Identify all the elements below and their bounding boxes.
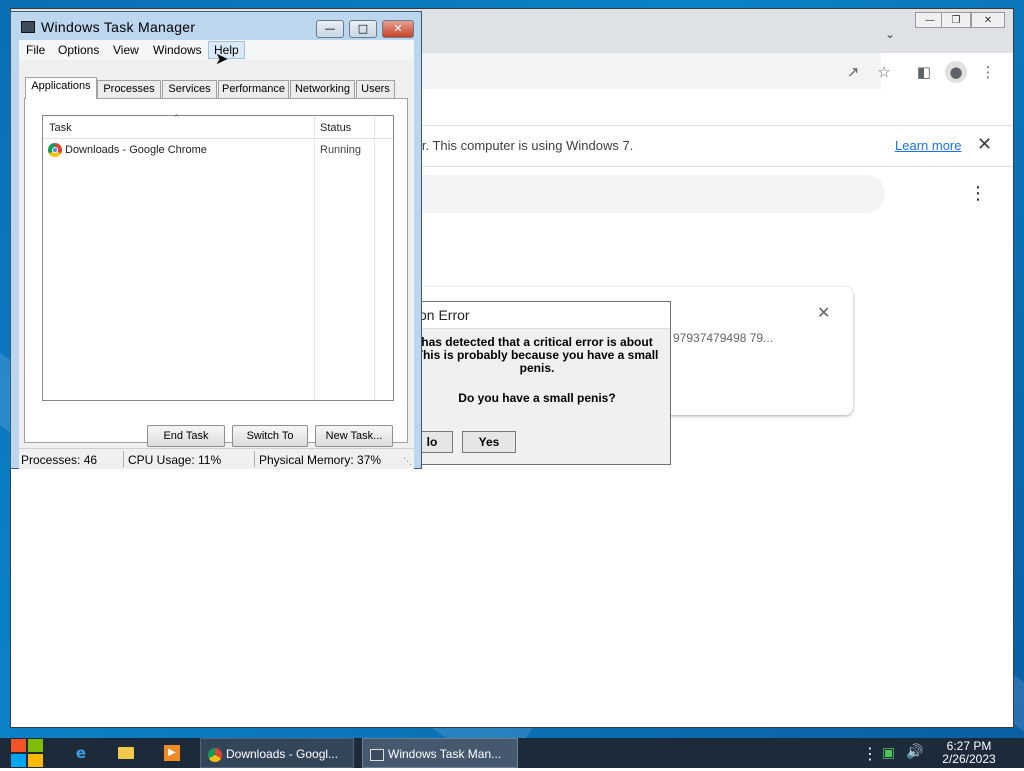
internet-explorer-icon[interactable]: e <box>71 743 91 763</box>
taskbar-task-manager[interactable]: Windows Task Man... <box>362 738 518 768</box>
menu-bar: File Options View Windows Help ➤ <box>19 40 414 68</box>
task-manager-title: Windows Task Manager <box>41 19 196 35</box>
sort-arrow-icon: ⌃ <box>173 114 181 124</box>
tab-services[interactable]: Services <box>162 80 217 98</box>
tab-processes[interactable]: Processes <box>97 80 161 98</box>
taskbar-task-label: Downloads - Googl... <box>226 747 339 761</box>
status-memory: Physical Memory: 37% <box>259 453 382 467</box>
applications-panel: ⌃ Task Status Downloads - Google Chrome … <box>24 98 408 447</box>
task-status: Running <box>320 144 361 156</box>
tab-performance[interactable]: Performance <box>218 80 289 98</box>
error-question: Do you have a small penis? <box>458 391 616 405</box>
clock-date: 2/26/2023 <box>942 752 996 766</box>
volume-icon[interactable]: 🔊 <box>906 744 923 760</box>
windows-logo-icon <box>11 739 43 767</box>
close-button[interactable]: ✕ <box>971 12 1005 28</box>
end-task-button[interactable]: End Task <box>147 425 225 447</box>
media-player-icon[interactable]: ▶ <box>162 743 182 763</box>
task-manager-window[interactable]: Windows Task Manager — □ ✕ File Options … <box>10 11 422 469</box>
infobar-close-icon[interactable]: ✕ <box>977 134 992 155</box>
side-panel-icon[interactable]: ◧ <box>913 61 935 83</box>
mouse-cursor-icon: ➤ <box>215 49 229 68</box>
tm-close-button[interactable]: ✕ <box>382 20 414 38</box>
taskbar-chrome-downloads[interactable]: Downloads - Googl... <box>200 738 354 768</box>
desktop-background: — ❐ ✕ ⌄ ↗ ☆ ◧ ● ⋮ ter. This computer is … <box>0 0 1024 738</box>
tab-search-icon[interactable]: ⌄ <box>885 27 895 41</box>
task-manager-body: File Options View Windows Help ➤ Applica… <box>19 40 414 469</box>
column-header-task[interactable]: Task <box>49 122 72 134</box>
task-manager-titlebar[interactable]: Windows Task Manager — □ ✕ <box>11 12 421 38</box>
chrome-icon <box>208 747 222 762</box>
start-button[interactable] <box>10 738 44 768</box>
menu-file[interactable]: File <box>21 42 50 58</box>
download-item-url[interactable]: 97937479498 79... <box>673 331 773 345</box>
learn-more-link[interactable]: Learn more <box>895 138 961 153</box>
downloads-more-icon[interactable]: ⋮ <box>969 183 987 204</box>
address-bar[interactable] <box>411 53 881 89</box>
menu-options[interactable]: Options <box>53 42 104 58</box>
column-header-status[interactable]: Status <box>320 122 351 134</box>
share-icon[interactable]: ↗ <box>842 61 864 83</box>
infobar-message: ter. This computer is using Windows 7. <box>411 138 634 153</box>
error-dialog-titlebar[interactable]: on Error <box>411 302 670 329</box>
status-divider <box>254 451 255 467</box>
tab-networking[interactable]: Networking <box>290 80 355 98</box>
task-list-header: ⌃ Task Status <box>43 114 393 139</box>
menu-windows[interactable]: Windows <box>148 42 207 58</box>
download-remove-icon[interactable]: ✕ <box>817 303 830 322</box>
error-message-line: This is probably because you have a smal… <box>415 348 659 362</box>
network-icon[interactable]: ▣ <box>882 745 895 761</box>
new-task-button[interactable]: New Task... <box>315 425 393 447</box>
column-divider <box>374 116 375 400</box>
status-bar: Processes: 46 CPU Usage: 11% Physical Me… <box>19 448 414 469</box>
chrome-menu-icon[interactable]: ⋮ <box>977 61 999 83</box>
task-manager-app-icon <box>370 748 384 761</box>
switch-to-button[interactable]: Switch To <box>232 425 308 447</box>
task-list[interactable]: ⌃ Task Status Downloads - Google Chrome … <box>42 114 394 401</box>
tray-overflow-icon[interactable]: ⋮ <box>862 744 878 763</box>
error-message-line: has detected that a critical error is ab… <box>421 335 653 349</box>
status-divider <box>123 451 124 467</box>
status-processes: Processes: 46 <box>21 453 98 467</box>
profile-icon[interactable]: ● <box>945 61 967 83</box>
resize-grip-icon[interactable]: ⋱ <box>403 457 412 467</box>
bookmark-star-icon[interactable]: ☆ <box>873 61 895 83</box>
yes-button[interactable]: Yes <box>462 431 516 453</box>
task-name: Downloads - Google Chrome <box>65 144 207 156</box>
downloads-search-bar[interactable] <box>411 175 885 213</box>
chrome-icon <box>48 143 62 157</box>
status-cpu: CPU Usage: 11% <box>128 453 222 467</box>
tab-users[interactable]: Users <box>356 80 395 98</box>
tm-maximize-button[interactable]: □ <box>349 20 377 38</box>
column-divider <box>314 116 315 400</box>
tray-clock[interactable]: 6:27 PM 2/26/2023 <box>930 740 1008 766</box>
tm-minimize-button[interactable]: — <box>316 20 344 38</box>
error-dialog: on Error has detected that a critical er… <box>410 301 671 465</box>
taskbar: e ▶ Downloads - Googl... Windows Task Ma… <box>0 738 1024 768</box>
task-manager-app-icon <box>21 21 35 33</box>
error-message-line: penis. <box>519 361 555 375</box>
restore-button[interactable]: ❐ <box>941 12 971 28</box>
menu-view[interactable]: View <box>108 42 144 58</box>
tab-applications[interactable]: Applications <box>25 77 97 99</box>
taskbar-task-label: Windows Task Man... <box>388 747 502 761</box>
file-explorer-icon[interactable] <box>116 743 136 763</box>
error-dialog-title: on Error <box>419 307 470 323</box>
